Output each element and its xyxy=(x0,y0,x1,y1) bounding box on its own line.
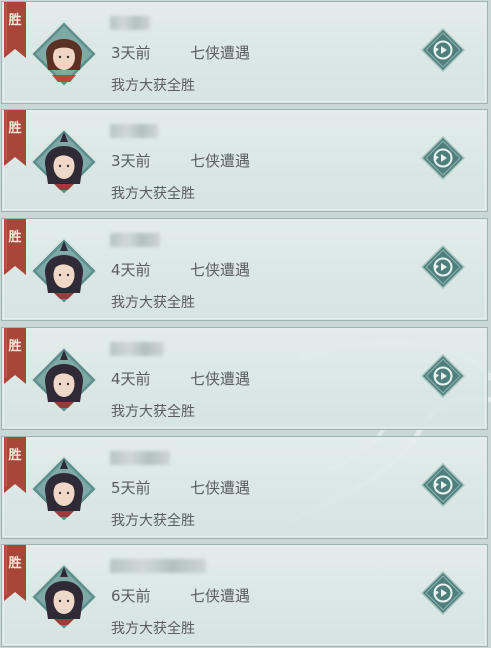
replay-button[interactable] xyxy=(420,244,466,290)
player-name-blurred xyxy=(110,124,158,138)
record-time: 3天前 xyxy=(111,152,151,170)
result-badge: 胜 xyxy=(8,13,22,28)
player-name-blurred xyxy=(110,559,206,573)
replay-icon xyxy=(420,353,466,399)
avatar-brown-hair xyxy=(29,19,99,89)
record-time: 5天前 xyxy=(111,479,151,497)
record-time: 6天前 xyxy=(111,587,151,605)
victory-ribbon: 胜 xyxy=(4,110,26,166)
record-mode: 七侠遭遇 xyxy=(190,152,251,170)
replay-icon xyxy=(420,570,466,616)
record-result: 我方大获全胜 xyxy=(111,186,195,202)
result-badge: 胜 xyxy=(8,556,22,571)
record-result: 我方大获全胜 xyxy=(111,78,195,94)
avatar-dark-hair xyxy=(29,454,99,524)
victory-ribbon: 胜 xyxy=(4,328,26,384)
battle-record-row[interactable]: 胜 3天前 七侠遭遇 我方大获全胜 xyxy=(1,1,488,104)
replay-button[interactable] xyxy=(420,570,466,616)
replay-icon xyxy=(420,244,466,290)
victory-ribbon: 胜 xyxy=(4,437,26,493)
record-time: 3天前 xyxy=(111,44,151,62)
victory-ribbon: 胜 xyxy=(4,2,26,58)
result-badge: 胜 xyxy=(8,121,22,136)
avatar-dark-hair xyxy=(29,236,99,306)
replay-icon xyxy=(420,135,466,181)
battle-record-row[interactable]: 胜 3天前 七侠遭遇 我方大获全胜 xyxy=(1,109,488,212)
player-name-blurred xyxy=(110,233,160,247)
battle-record-row[interactable]: 胜 5天前 七侠遭遇 我方大获全胜 xyxy=(1,436,488,539)
battle-record-row[interactable]: 胜 4天前 七侠遭遇 我方大获全胜 xyxy=(1,327,488,430)
avatar-dark-hair xyxy=(29,562,99,632)
battle-record-row[interactable]: 胜 6天前 七侠遭遇 我方大获全胜 xyxy=(1,544,488,647)
result-badge: 胜 xyxy=(8,448,22,463)
replay-button[interactable] xyxy=(420,462,466,508)
replay-button[interactable] xyxy=(420,353,466,399)
record-mode: 七侠遭遇 xyxy=(190,479,251,497)
victory-ribbon: 胜 xyxy=(4,545,26,601)
record-mode: 七侠遭遇 xyxy=(190,370,251,388)
replay-button[interactable] xyxy=(420,135,466,181)
battle-record-list: 胜 3天前 七侠遭遇 我方大获全胜 胜 3天前 七侠遭遇 我方大获全胜 胜 4天… xyxy=(0,0,491,648)
player-name-blurred xyxy=(110,16,150,30)
avatar-dark-hair xyxy=(29,127,99,197)
record-mode: 七侠遭遇 xyxy=(190,44,251,62)
record-result: 我方大获全胜 xyxy=(111,295,195,311)
record-mode: 七侠遭遇 xyxy=(190,587,251,605)
replay-icon xyxy=(420,462,466,508)
replay-icon xyxy=(420,27,466,73)
avatar-dark-hair xyxy=(29,345,99,415)
record-result: 我方大获全胜 xyxy=(111,404,195,420)
player-name-blurred xyxy=(110,451,170,465)
battle-record-row[interactable]: 胜 4天前 七侠遭遇 我方大获全胜 xyxy=(1,218,488,321)
record-result: 我方大获全胜 xyxy=(111,513,195,529)
record-time: 4天前 xyxy=(111,261,151,279)
player-name-blurred xyxy=(110,342,164,356)
record-time: 4天前 xyxy=(111,370,151,388)
record-mode: 七侠遭遇 xyxy=(190,261,251,279)
victory-ribbon: 胜 xyxy=(4,219,26,275)
replay-button[interactable] xyxy=(420,27,466,73)
result-badge: 胜 xyxy=(8,339,22,354)
record-result: 我方大获全胜 xyxy=(111,621,195,637)
result-badge: 胜 xyxy=(8,230,22,245)
